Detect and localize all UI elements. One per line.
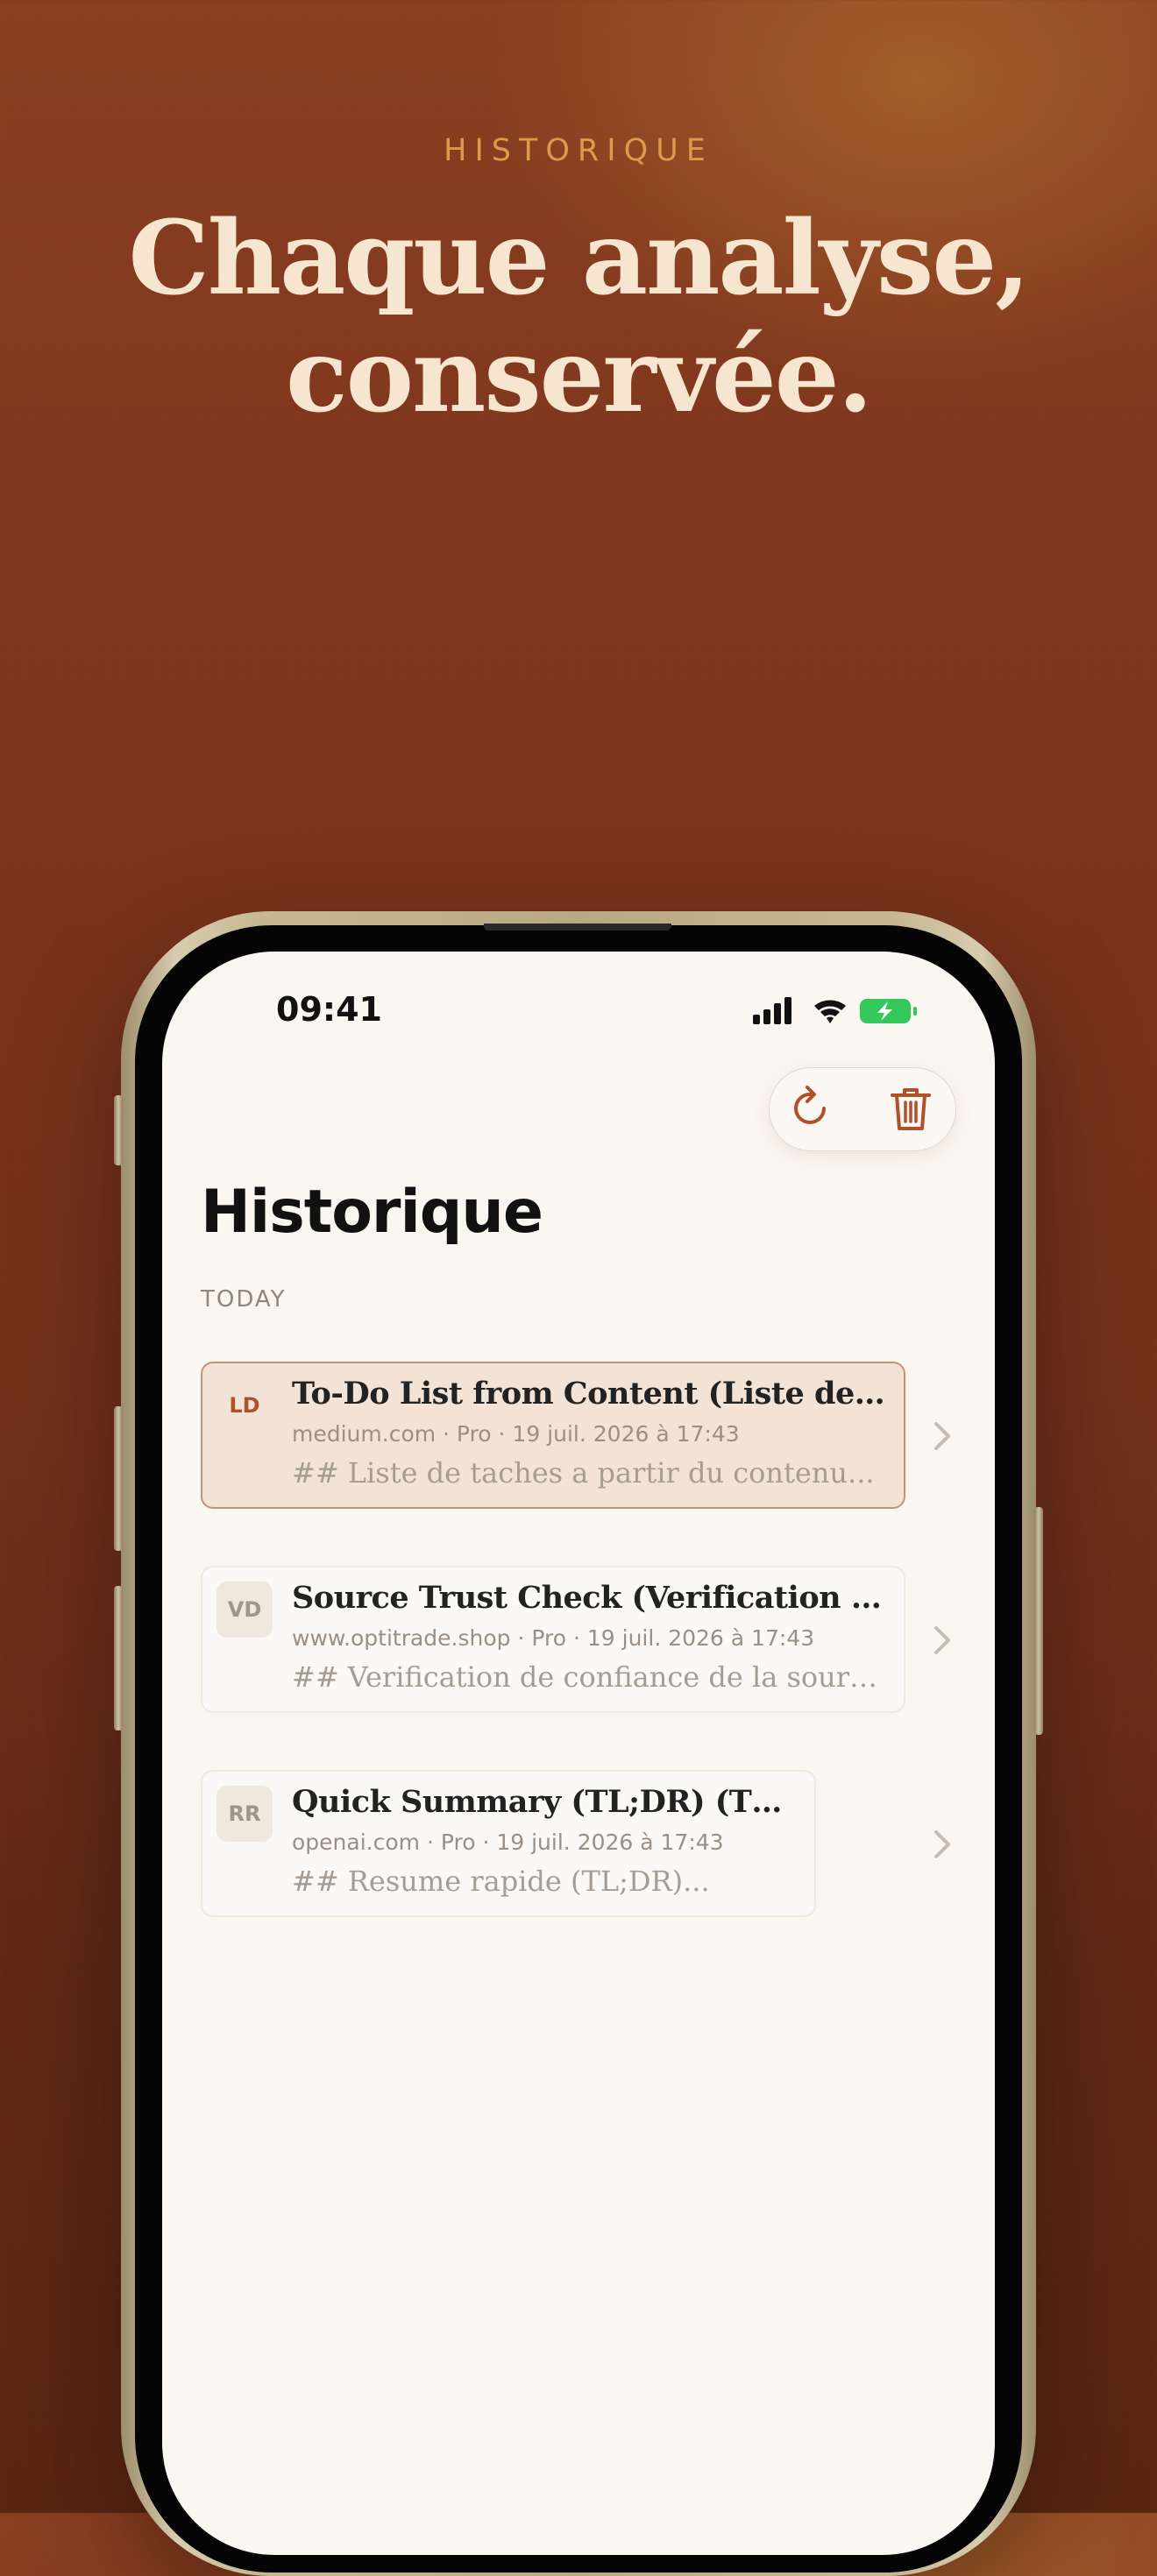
volume-up-button <box>114 1406 123 1551</box>
chevron-right-icon[interactable] <box>931 1419 954 1454</box>
section-label-today: TODAY <box>201 1286 287 1313</box>
chevron-right-icon[interactable] <box>931 1623 954 1658</box>
history-item-meta: www.optitrade.shop · Pro · 19 juil. 2026… <box>292 1625 815 1651</box>
history-item-title: Quick Summary (TL;DR) (TL;DR) <box>292 1784 799 1820</box>
page-title: Historique <box>201 1178 543 1247</box>
phone-screen: 09:41 Historique TODAY LD To-Do List fro… <box>162 952 995 2555</box>
toolbar-pill <box>769 1067 956 1151</box>
phone-earpiece <box>484 924 671 931</box>
hero-headline: Chaque analyse, conservée. <box>0 200 1157 435</box>
power-button <box>1034 1507 1043 1735</box>
history-item[interactable]: RR Quick Summary (TL;DR) (TL;DR) openai.… <box>201 1770 816 1917</box>
history-item-avatar: VD <box>216 1582 273 1638</box>
delete-button[interactable] <box>884 1083 937 1136</box>
status-icons <box>753 997 917 1024</box>
trash-icon <box>891 1088 931 1130</box>
status-time: 09:41 <box>276 990 382 1029</box>
history-item-title: To-Do List from Content (Liste de tac... <box>292 1376 888 1412</box>
refresh-button[interactable] <box>784 1083 837 1136</box>
history-item[interactable]: LD To-Do List from Content (Liste de tac… <box>201 1362 905 1509</box>
refresh-icon <box>794 1086 826 1124</box>
hero-headline-line2: conservée. <box>286 316 873 435</box>
history-item[interactable]: VD Source Trust Check (Verification de c… <box>201 1566 905 1713</box>
chevron-right-icon[interactable] <box>931 1827 954 1862</box>
history-item-snippet: ## Verification de confiance de la sourc… <box>292 1660 888 1694</box>
history-item-meta: openai.com · Pro · 19 juil. 2026 à 17:43 <box>292 1829 724 1855</box>
wifi-icon <box>814 1000 846 1023</box>
volume-down-button <box>114 1586 123 1730</box>
battery-charging-icon <box>860 999 917 1023</box>
history-item-meta: medium.com · Pro · 19 juil. 2026 à 17:43 <box>292 1421 740 1447</box>
history-item-snippet: ## Resume rapide (TL;DR)... <box>292 1865 710 1898</box>
history-item-snippet: ## Liste de taches a partir du contenu..… <box>292 1456 875 1490</box>
signal-icon <box>753 997 791 1024</box>
history-item-avatar: RR <box>216 1786 273 1842</box>
history-item-avatar: LD <box>229 1393 260 1418</box>
history-item-title: Source Trust Check (Verification de c... <box>292 1580 888 1616</box>
hero-eyebrow: HISTORIQUE <box>444 133 713 168</box>
hero-headline-line1: Chaque analyse, <box>128 199 1030 318</box>
action-button <box>114 1095 123 1165</box>
